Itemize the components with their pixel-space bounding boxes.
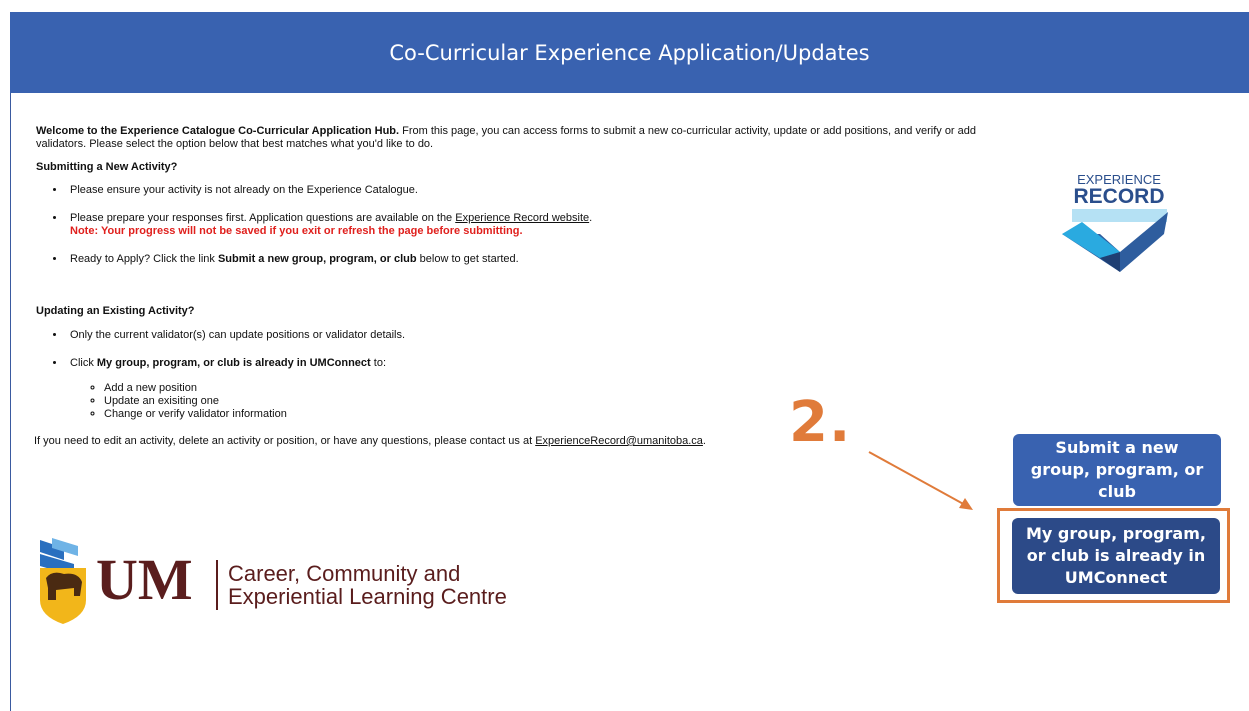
progress-note: Note: Your progress will not be saved if… <box>70 225 523 237</box>
contact-email-link[interactable]: ExperienceRecord@umanitoba.ca <box>535 435 703 447</box>
update-sub-list: Add a new position Update an exisiting o… <box>70 382 996 421</box>
bullet-text: below to get started. <box>416 253 519 265</box>
um-letters: UM <box>96 547 193 612</box>
new-activity-heading: Submitting a New Activity? <box>36 161 178 173</box>
contact-text: If you need to edit an activity, delete … <box>34 435 536 447</box>
list-item: Please ensure your activity is not alrea… <box>66 184 996 197</box>
list-item: Ready to Apply? Click the link Submit a … <box>66 253 996 266</box>
logo-text-line1: Career, Community and <box>228 561 461 586</box>
bullet-text: Click <box>70 357 97 369</box>
bullet-text: to: <box>370 357 387 369</box>
bullet-text: Only the current validator(s) can update… <box>70 329 406 341</box>
submit-new-group-button[interactable]: Submit a new group, program, or club <box>1013 434 1221 506</box>
bullet-end: . <box>589 212 593 224</box>
intro-bold: Welcome to the Experience Catalogue Co-C… <box>36 125 400 137</box>
contact-end: . <box>702 435 706 447</box>
experience-record-badge: EXPERIENCE RECORD APPROVED <box>1062 172 1168 272</box>
step-annotation: 2. <box>789 390 852 455</box>
list-item: Click My group, program, or club is alre… <box>66 357 996 421</box>
logo-text-line2: Experiential Learning Centre <box>228 584 507 609</box>
experience-record-link[interactable]: Experience Record website <box>455 212 589 224</box>
sub-list-item: Update an exisiting one <box>104 395 996 408</box>
sub-list-item: Change or verify validator information <box>104 408 996 421</box>
bullet-bold: My group, program, or club is already in… <box>96 357 371 369</box>
new-activity-list: Please ensure your activity is not alrea… <box>36 184 996 266</box>
update-activity-heading: Updating an Existing Activity? <box>36 305 195 317</box>
badge-line2: RECORD <box>1073 185 1164 208</box>
already-in-umconnect-button[interactable]: My group, program, or club is already in… <box>1012 518 1220 594</box>
sub-list-item: Add a new position <box>104 382 996 395</box>
page-title: Co-Curricular Experience Application/Upd… <box>389 40 870 65</box>
page-header: Co-Curricular Experience Application/Upd… <box>10 12 1249 93</box>
update-activity-list: Only the current validator(s) can update… <box>36 329 996 421</box>
logo-text: Career, Community and Experiential Learn… <box>228 562 507 608</box>
list-item: Please prepare your responses first. App… <box>66 212 996 238</box>
list-item: Only the current validator(s) can update… <box>66 329 996 342</box>
badge-band <box>1072 209 1167 222</box>
logo-divider <box>216 560 218 610</box>
contact-paragraph: If you need to edit an activity, delete … <box>34 435 996 448</box>
main-content: Welcome to the Experience Catalogue Co-C… <box>34 125 996 448</box>
bullet-text: Please ensure your activity is not alrea… <box>70 184 418 196</box>
bullet-text: Please prepare your responses first. App… <box>70 212 456 224</box>
um-logo: UM Career, Community and Experiential Le… <box>34 534 554 626</box>
intro-paragraph: Welcome to the Experience Catalogue Co-C… <box>36 125 996 151</box>
annotation-arrow-icon <box>868 451 973 510</box>
bullet-text: Ready to Apply? Click the link <box>70 253 218 265</box>
um-shield-icon <box>40 538 86 624</box>
bullet-bold: Submit a new group, program, or club <box>217 253 417 265</box>
